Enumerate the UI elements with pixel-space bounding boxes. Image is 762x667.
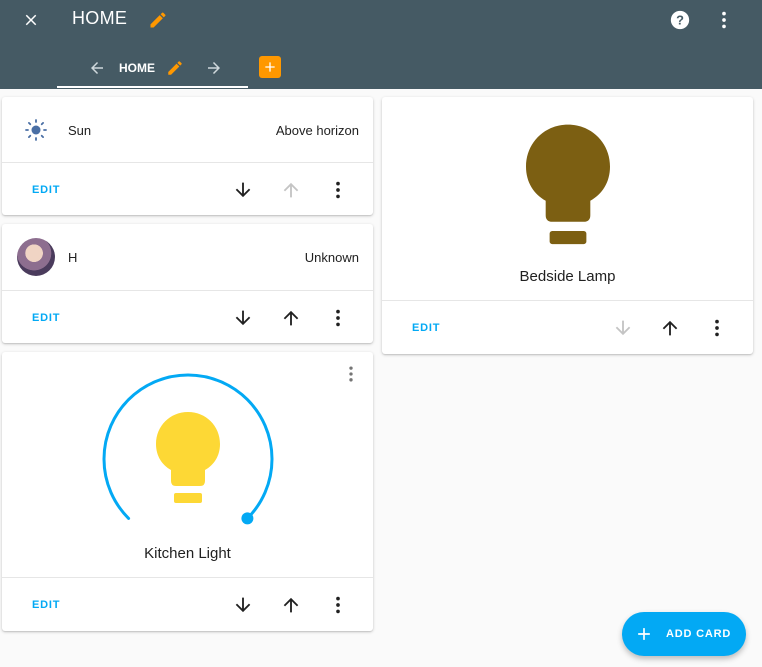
active-tab-indicator xyxy=(57,86,248,88)
arrow-down-icon xyxy=(235,310,251,325)
entity-name: H xyxy=(68,249,78,265)
close-icon xyxy=(25,14,37,26)
add-card-label: ADD CARD xyxy=(666,628,732,640)
add-card-button[interactable]: ADD CARD xyxy=(622,612,746,656)
sun-entity-card: Sun Above horizon EDIT xyxy=(2,97,373,215)
close-edit-button[interactable] xyxy=(16,6,46,34)
move-card-down-button[interactable] xyxy=(231,306,255,330)
edit-card-button[interactable]: EDIT xyxy=(412,322,440,334)
dots-vertical-icon xyxy=(715,319,719,336)
weather-sunny-icon xyxy=(25,119,47,141)
avatar xyxy=(17,238,55,276)
edit-view-button[interactable] xyxy=(163,56,187,80)
overflow-menu-button[interactable] xyxy=(712,8,736,32)
person-entity-card: H Unknown EDIT xyxy=(2,224,373,343)
plus-icon xyxy=(265,62,275,72)
dots-vertical-icon xyxy=(336,181,340,198)
kitchen-light-card: Kitchen Light EDIT xyxy=(2,352,373,631)
arrow-right-icon xyxy=(208,62,220,74)
entity-state: Unknown xyxy=(304,249,359,265)
move-card-up-button[interactable] xyxy=(658,316,682,340)
edit-card-button[interactable]: EDIT xyxy=(32,599,60,611)
light-name: Bedside Lamp xyxy=(519,268,616,285)
arrow-left-icon xyxy=(91,62,103,74)
move-card-down-button[interactable] xyxy=(611,316,635,340)
lightbulb-icon[interactable] xyxy=(523,122,613,248)
person-entity-row[interactable]: H Unknown xyxy=(2,224,373,290)
card-menu-button[interactable] xyxy=(326,593,350,617)
card-options: EDIT xyxy=(2,162,373,216)
add-view-button[interactable] xyxy=(259,56,281,78)
dots-vertical-icon xyxy=(349,366,353,382)
move-card-up-button[interactable] xyxy=(279,178,303,202)
pencil-icon xyxy=(150,12,166,28)
light-more-info-button[interactable] xyxy=(339,362,363,386)
dots-vertical-icon xyxy=(336,596,340,613)
move-view-right-button[interactable] xyxy=(202,56,226,80)
lightbulb-icon[interactable] xyxy=(154,410,222,506)
page-title: HOME xyxy=(72,8,128,28)
arrow-down-icon xyxy=(235,182,251,197)
help-button[interactable]: ? xyxy=(668,8,692,32)
arrow-up-icon xyxy=(283,310,299,325)
dots-vertical-icon xyxy=(336,309,340,326)
move-view-left-button[interactable] xyxy=(85,56,109,80)
edit-card-button[interactable]: EDIT xyxy=(32,312,60,324)
move-card-up-button[interactable] xyxy=(279,593,303,617)
bedside-lamp-card: Bedside Lamp EDIT xyxy=(382,97,753,354)
edit-mode-toolbar: HOME ? HOME xyxy=(0,0,762,89)
card-menu-button[interactable] xyxy=(326,178,350,202)
arrow-up-icon xyxy=(662,320,678,335)
card-options: EDIT xyxy=(2,577,373,631)
sun-entity-row[interactable]: Sun Above horizon xyxy=(2,97,373,163)
move-card-down-button[interactable] xyxy=(231,593,255,617)
dots-vertical-icon xyxy=(722,11,726,29)
card-menu-button[interactable] xyxy=(705,316,729,340)
move-card-up-button[interactable] xyxy=(279,306,303,330)
edit-card-button[interactable]: EDIT xyxy=(32,184,60,196)
view-tab-bar: HOME xyxy=(57,48,248,88)
help-icon: ? xyxy=(670,10,690,30)
entity-name: Sun xyxy=(68,122,92,138)
arrow-up-icon xyxy=(283,182,299,197)
entity-state: Above horizon xyxy=(275,122,359,138)
card-options: EDIT xyxy=(2,290,373,344)
pencil-icon xyxy=(168,61,182,75)
plus-icon xyxy=(638,628,650,640)
arrow-down-icon xyxy=(235,597,251,612)
light-name: Kitchen Light xyxy=(144,545,231,562)
card-menu-button[interactable] xyxy=(326,306,350,330)
svg-text:?: ? xyxy=(676,13,684,28)
slider-handle[interactable] xyxy=(241,512,254,525)
card-options: EDIT xyxy=(382,300,753,354)
arrow-up-icon xyxy=(283,597,299,612)
arrow-down-icon xyxy=(615,320,631,335)
edit-title-button[interactable] xyxy=(146,8,170,32)
move-card-down-button[interactable] xyxy=(231,178,255,202)
tab-home[interactable]: HOME xyxy=(119,61,155,75)
